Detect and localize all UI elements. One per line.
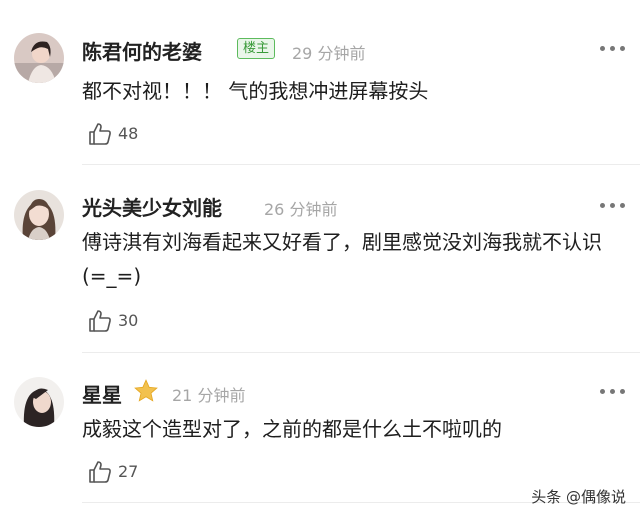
author-badge: 楼主 [237, 38, 276, 59]
divider [82, 352, 640, 353]
more-dots-icon[interactable] [600, 46, 628, 54]
like-count: 30 [118, 311, 139, 330]
comment-item: 陈君何的老婆 楼主 29 分钟前 都不对视！！！ 气的我想冲进屏幕按头 48 [0, 0, 640, 165]
avatar[interactable] [14, 33, 64, 83]
like-count: 27 [118, 462, 139, 481]
username[interactable]: 光头美少女刘能 [82, 192, 222, 221]
avatar[interactable] [14, 190, 64, 240]
star-icon [134, 379, 158, 402]
divider [82, 164, 640, 165]
thumbs-up-icon [89, 310, 111, 332]
comment-text: 都不对视！！！ 气的我想冲进屏幕按头 [82, 79, 429, 103]
avatar[interactable] [14, 377, 64, 427]
thumbs-up-icon [89, 461, 111, 483]
more-dots-icon[interactable] [600, 389, 628, 397]
timestamp: 29 分钟前 [292, 44, 366, 63]
username[interactable]: 陈君何的老婆 [82, 36, 202, 65]
comment-text: 成毅这个造型对了，之前的都是什么土不啦叽的 [82, 417, 502, 441]
comment-text: 傅诗淇有刘海看起来又好看了，剧里感觉没刘海我就不认识 (=_=) [82, 230, 602, 288]
more-dots-icon[interactable] [600, 203, 628, 211]
username[interactable]: 星星 [82, 379, 122, 408]
watermark: 头条 @偶像说 [531, 488, 626, 506]
timestamp: 21 分钟前 [172, 386, 246, 405]
thumbs-up-icon [89, 123, 111, 145]
like-count: 48 [118, 124, 139, 143]
timestamp: 26 分钟前 [264, 200, 338, 219]
